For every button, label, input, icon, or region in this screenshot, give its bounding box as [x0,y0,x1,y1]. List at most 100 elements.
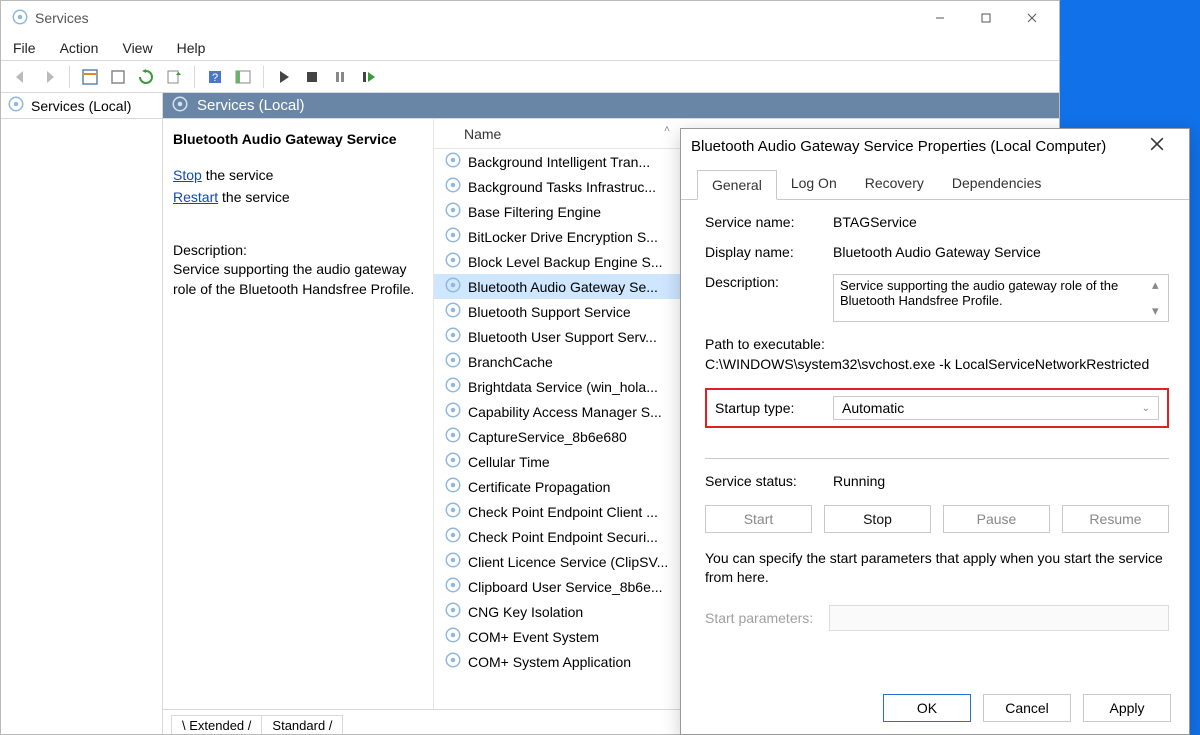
label-startup-type: Startup type: [715,400,833,416]
tree-node-services-local[interactable]: Services (Local) [1,93,162,119]
gear-icon [444,351,462,372]
menu-file[interactable]: File [13,40,36,56]
list-item-label: COM+ Event System [468,629,599,645]
properties-dialog: Bluetooth Audio Gateway Service Properti… [680,128,1190,735]
svg-text:?: ? [212,72,218,84]
properties-tabs: General Log On Recovery Dependencies [681,163,1189,200]
back-button[interactable] [9,65,33,89]
list-item-label: COM+ System Application [468,654,631,670]
menu-action[interactable]: Action [60,40,99,56]
list-item-label: BranchCache [468,354,553,370]
menubar: File Action View Help [1,35,1059,61]
label-description: Description: [705,274,833,322]
minimize-button[interactable] [917,3,963,33]
restart-suffix: the service [218,189,290,205]
list-item-label: Check Point Endpoint Securi... [468,529,658,545]
gear-icon [444,276,462,297]
rightpane-title: Services (Local) [197,97,305,114]
apply-button[interactable]: Apply [1083,694,1171,722]
rightpane-header: Services (Local) [163,93,1059,119]
tab-general[interactable]: General [697,170,777,200]
scroll-down-icon[interactable]: ▾ [1152,303,1166,319]
gear-icon [444,251,462,272]
gear-icon [444,401,462,422]
cancel-button[interactable]: Cancel [983,694,1071,722]
startup-type-select[interactable]: Automatic ⌄ [833,396,1159,420]
hint-text: You can specify the start parameters tha… [705,549,1169,587]
chevron-down-icon: ⌄ [1142,403,1150,414]
value-service-name: BTAGService [833,214,1169,230]
gear-icon [7,95,25,116]
value-display-name: Bluetooth Audio Gateway Service [833,244,1169,260]
start-parameters-input[interactable] [829,605,1169,631]
gear-icon [444,376,462,397]
restart-link[interactable]: Restart [173,189,218,205]
label-start-parameters: Start parameters: [705,610,813,626]
ok-button[interactable]: OK [883,694,971,722]
gear-icon [444,426,462,447]
gear-icon [171,95,189,117]
stop-service-icon[interactable] [300,65,324,89]
properties-icon[interactable] [78,65,102,89]
description-text: Service supporting the audio gateway rol… [173,260,423,299]
list-item-label: Background Intelligent Tran... [468,154,650,170]
stop-button[interactable]: Stop [824,505,931,533]
forward-button[interactable] [37,65,61,89]
help-icon[interactable]: ? [203,65,227,89]
tree-node-label: Services (Local) [31,98,131,114]
refresh-icon[interactable] [134,65,158,89]
gear-icon [444,226,462,247]
gear-icon [444,476,462,497]
list-item-label: Block Level Backup Engine S... [468,254,663,270]
stop-suffix: the service [202,167,274,183]
start-service-icon[interactable] [272,65,296,89]
titlebar: Services [1,1,1059,35]
description-label: Description: [173,242,423,258]
list-item-label: Clipboard User Service_8b6e... [468,579,663,595]
maximize-button[interactable] [963,3,1009,33]
properties-title: Bluetooth Audio Gateway Service Properti… [691,138,1106,155]
start-button[interactable]: Start [705,505,812,533]
sort-arrow-icon: ˄ [664,124,670,135]
gear-icon [444,201,462,222]
list-item-label: BitLocker Drive Encryption S... [468,229,658,245]
list-item-label: Cellular Time [468,454,550,470]
resume-button[interactable]: Resume [1062,505,1169,533]
tab-recovery[interactable]: Recovery [851,169,938,199]
show-hide-icon[interactable] [231,65,255,89]
gear-icon [444,526,462,547]
menu-view[interactable]: View [122,40,152,56]
tab-extended[interactable]: \ Extended / [171,715,262,734]
list-item-label: Background Tasks Infrastruc... [468,179,656,195]
gear-icon [444,651,462,672]
gear-icon [444,551,462,572]
pause-service-icon[interactable] [328,65,352,89]
description-box[interactable]: Service supporting the audio gateway rol… [833,274,1169,322]
gear-icon [444,576,462,597]
pause-button[interactable]: Pause [943,505,1050,533]
menu-help[interactable]: Help [177,40,206,56]
tab-dependencies[interactable]: Dependencies [938,169,1056,199]
gear-icon [444,626,462,647]
list-item-label: Capability Access Manager S... [468,404,662,420]
value-path: C:\WINDOWS\system32\svchost.exe -k Local… [705,356,1169,372]
list-item-label: Client Licence Service (ClipSV... [468,554,668,570]
tab-standard[interactable]: Standard / [261,715,343,734]
gear-icon [444,501,462,522]
close-button[interactable] [1009,3,1055,33]
list-item-label: Bluetooth Support Service [468,304,631,320]
tab-logon[interactable]: Log On [777,169,851,199]
scroll-up-icon[interactable]: ▴ [1152,277,1166,293]
list-item-label: Base Filtering Engine [468,204,601,220]
value-service-status: Running [833,473,1169,489]
label-service-name: Service name: [705,214,833,230]
list-item-label: Bluetooth Audio Gateway Se... [468,279,658,295]
close-button[interactable] [1135,137,1179,155]
export-icon[interactable] [106,65,130,89]
restart-service-icon[interactable] [356,65,380,89]
gear-icon [444,601,462,622]
gear-icon [444,451,462,472]
label-display-name: Display name: [705,244,833,260]
stop-link[interactable]: Stop [173,167,202,183]
export-list-icon[interactable] [162,65,186,89]
